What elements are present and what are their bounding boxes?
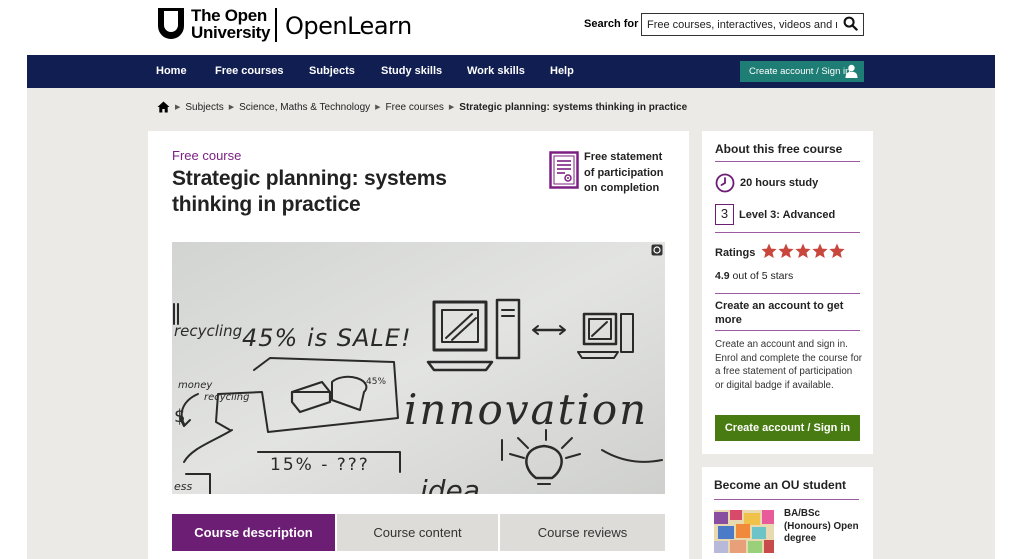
create-account-label: Create account / Sign in [749, 66, 851, 77]
home-icon[interactable] [157, 101, 170, 113]
expand-icon[interactable] [651, 244, 663, 256]
openlearn-logo[interactable]: OpenLearn [285, 12, 412, 40]
ou-logo-text: The Open University [191, 6, 271, 42]
hero-text-dollar: $ [174, 406, 185, 427]
hero-text-innovation: innovation [404, 385, 648, 434]
sidebar-signin-button[interactable]: Create account / Sign in [715, 415, 860, 441]
divider [715, 293, 860, 294]
whiteboard-illustration: recycling 45% is SALE! money recycling $… [172, 242, 665, 494]
breadcrumb-separator: ▶ [375, 104, 381, 111]
free-course-kicker: Free course [172, 148, 242, 163]
course-card: Free course Strategic planning: systems … [148, 131, 689, 559]
certificate-icon [549, 151, 579, 189]
open-university-logo[interactable]: The Open University [155, 6, 271, 44]
certificate-text: Free statement of participation on compl… [584, 151, 664, 194]
divider [715, 232, 860, 233]
tab-course-content[interactable]: Course content [337, 514, 498, 551]
about-course-card: About this free course 20 hours study 3 … [702, 131, 873, 454]
rating-value: 4.9 [715, 270, 730, 282]
divider [714, 499, 859, 500]
breadcrumb-free-courses[interactable]: Free courses [386, 102, 444, 113]
hero-text-recycling-small: recycling [204, 392, 249, 403]
star-icon [761, 243, 777, 258]
divider [715, 330, 860, 331]
breadcrumb-subjects[interactable]: Subjects [185, 102, 223, 113]
duration-text: 20 hours study [740, 177, 819, 189]
divider [715, 161, 860, 162]
breadcrumb-separator: ▶ [175, 104, 181, 111]
create-account-description: Create an account and sign in. Enrol and… [715, 339, 863, 391]
search-input[interactable] [647, 16, 837, 33]
breadcrumb-separator: ▶ [228, 104, 235, 111]
nav-free-courses[interactable]: Free courses [215, 65, 283, 77]
star-icon [795, 243, 811, 258]
ou-student-card: Become an OU student BA/BSc (Honours) Op… [702, 467, 873, 559]
ou-logo-line1: The Open [191, 6, 267, 25]
degree-thumbnail-image [714, 510, 774, 553]
level-row: 3 Level 3: Advanced [715, 204, 835, 225]
hero-text-money: money [178, 380, 213, 391]
nav-subjects[interactable]: Subjects [309, 65, 355, 77]
search-box [641, 13, 864, 36]
level-text: Level 3: Advanced [739, 208, 836, 221]
hero-text-formula: 15% - ??? [270, 455, 370, 475]
ou-logo-line2: University [191, 23, 271, 42]
degree-link[interactable]: BA/BSc (Honours) Open degree [784, 508, 864, 546]
duration-row: 20 hours study [715, 173, 818, 193]
create-account-button[interactable]: Create account / Sign in [740, 61, 864, 82]
hero-text-percent: 45% [366, 377, 386, 387]
level-badge: 3 [715, 204, 734, 225]
breadcrumb-current: Strategic planning: systems thinking in … [459, 101, 688, 113]
search-label: Search for [584, 18, 639, 30]
hero-text-recycling: recycling [174, 322, 242, 340]
logo-divider [275, 8, 277, 42]
rating-suffix: out of 5 stars [732, 270, 794, 282]
ratings-label: Ratings [715, 247, 756, 259]
tab-course-description[interactable]: Course description [172, 514, 335, 551]
course-tabs: Course description Course content Course… [172, 514, 665, 551]
star-icon [778, 243, 794, 258]
degree-thumbnail[interactable] [714, 510, 774, 553]
user-icon [845, 64, 858, 78]
site-header: The Open University OpenLearn Search for [0, 0, 1024, 56]
about-title: About this free course [715, 142, 843, 156]
search-icon [843, 16, 858, 31]
search-button[interactable] [842, 16, 859, 33]
ou-shield-icon [158, 8, 184, 39]
create-account-heading: Create an account to get more [715, 300, 844, 326]
breadcrumb: ▶ Subjects ▶ Science, Maths & Technology… [157, 100, 687, 114]
nav-help[interactable]: Help [550, 65, 574, 77]
nav-home[interactable]: Home [156, 65, 187, 77]
hero-text-ess: ess [174, 480, 192, 493]
hero-text-idea: idea [420, 474, 480, 494]
nav-study-skills[interactable]: Study skills [381, 65, 442, 77]
breadcrumb-separator: ▶ [448, 104, 455, 111]
nav-work-skills[interactable]: Work skills [467, 65, 525, 77]
star-icon [812, 243, 828, 258]
breadcrumb-science[interactable]: Science, Maths & Technology [239, 102, 370, 113]
star-icon [829, 243, 845, 258]
rating-value-text: 4.9 out of 5 stars [715, 270, 793, 282]
course-hero-image: recycling 45% is SALE! money recycling $… [172, 242, 665, 494]
main-navbar: Home Free courses Subjects Study skills … [27, 55, 995, 88]
hero-text-sale: 45% is SALE! [242, 324, 412, 352]
tab-course-reviews[interactable]: Course reviews [500, 514, 665, 551]
star-rating [761, 243, 845, 259]
ou-student-title: Become an OU student [714, 478, 847, 492]
course-title: Strategic planning: systems thinking in … [172, 167, 447, 216]
clock-icon [715, 173, 735, 193]
